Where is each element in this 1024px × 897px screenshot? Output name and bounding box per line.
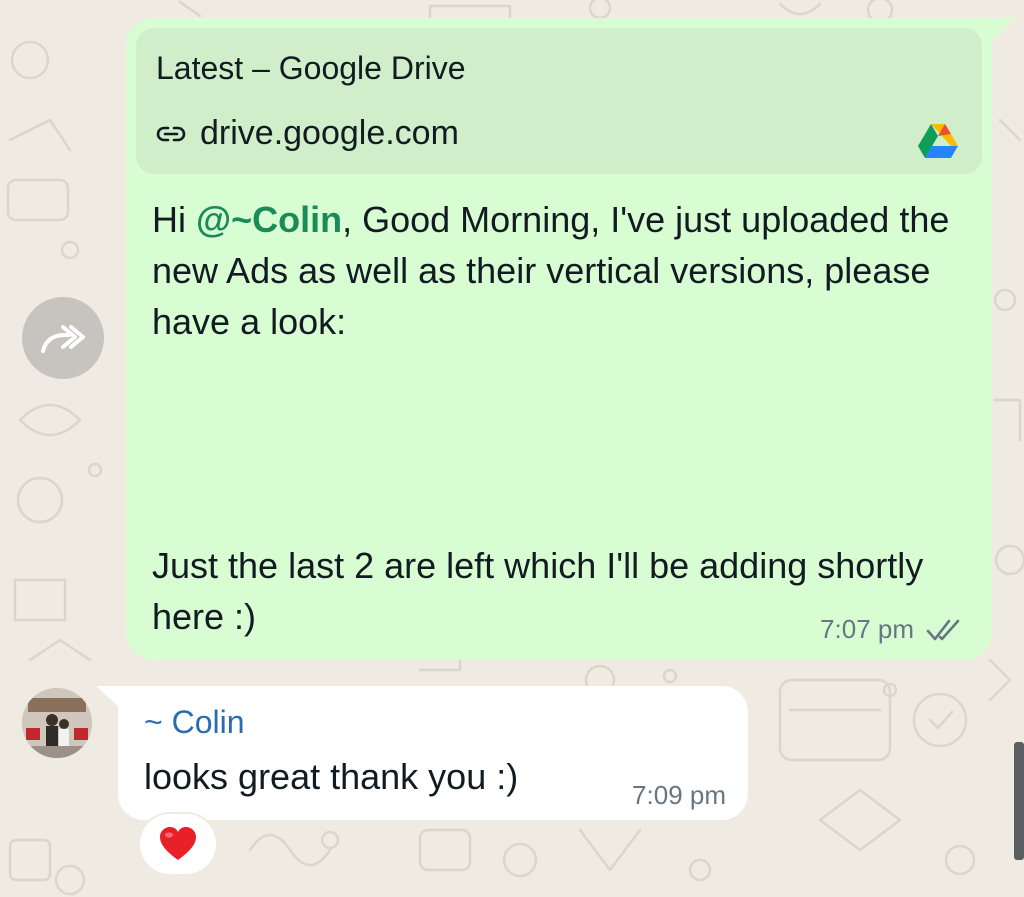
double-check-read-icon	[926, 619, 960, 640]
heart-icon	[160, 827, 196, 860]
link-preview-url-row: drive.google.com	[156, 114, 459, 153]
outgoing-bubble-tail	[990, 18, 1016, 42]
link-preview-title: Latest – Google Drive	[156, 50, 466, 86]
link-icon	[156, 126, 186, 141]
link-preview-url: drive.google.com	[200, 114, 459, 152]
sender-name[interactable]: ~ Colin	[144, 704, 245, 741]
outgoing-message-text: Hi @~Colin, Good Morning, I've just uplo…	[152, 194, 952, 347]
forward-button[interactable]	[22, 297, 104, 379]
outgoing-message-meta: 7:07 pm	[820, 614, 962, 645]
forward-icon	[41, 325, 85, 353]
profile-photo-image	[22, 688, 92, 758]
incoming-bubble-tail	[96, 686, 120, 708]
incoming-message-bubble[interactable]: ~ Colin looks great thank you :) 7:09 pm	[118, 686, 748, 820]
mention-link[interactable]: @~Colin	[196, 199, 342, 240]
google-drive-icon	[918, 124, 958, 158]
reaction-badge[interactable]	[140, 814, 216, 874]
incoming-message-text: looks great thank you :)	[144, 756, 519, 797]
greeting-text: Hi	[152, 199, 196, 240]
outgoing-message-bubble[interactable]: Latest – Google Drive drive.google.com H…	[126, 18, 992, 660]
incoming-message-time: 7:09 pm	[632, 780, 726, 810]
scrollbar-thumb[interactable]	[1014, 742, 1024, 860]
link-preview-card[interactable]: Latest – Google Drive drive.google.com	[136, 28, 982, 174]
avatar[interactable]	[22, 688, 92, 758]
outgoing-message-time: 7:07 pm	[820, 614, 914, 644]
